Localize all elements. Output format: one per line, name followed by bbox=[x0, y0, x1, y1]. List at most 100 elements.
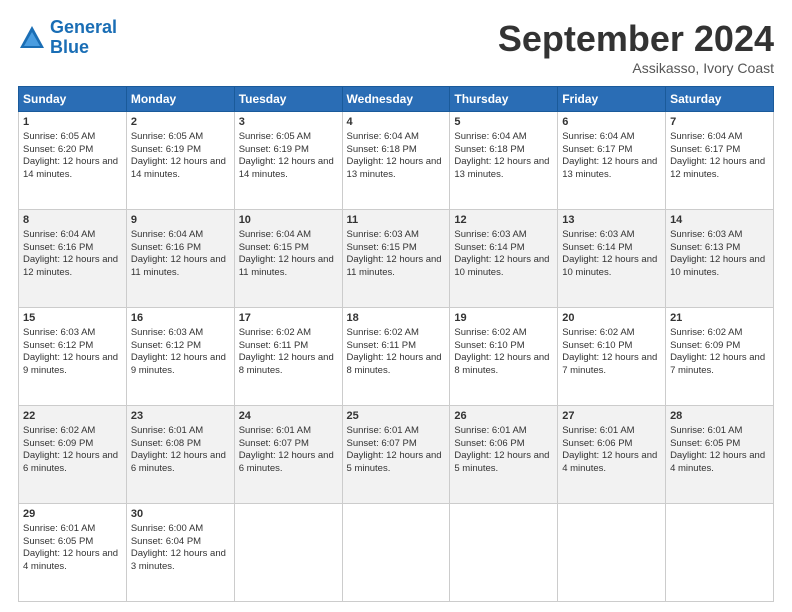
day-info: Sunrise: 6:02 AM bbox=[454, 327, 553, 340]
day-info: Sunrise: 6:02 AM bbox=[239, 327, 338, 340]
page: General Blue September 2024 Assikasso, I… bbox=[0, 0, 792, 612]
calendar-cell: 19Sunrise: 6:02 AMSunset: 6:10 PMDayligh… bbox=[450, 308, 558, 406]
calendar-cell: 20Sunrise: 6:02 AMSunset: 6:10 PMDayligh… bbox=[558, 308, 666, 406]
calendar-cell: 29Sunrise: 6:01 AMSunset: 6:05 PMDayligh… bbox=[19, 504, 127, 602]
month-title: September 2024 bbox=[498, 18, 774, 60]
day-info: Sunrise: 6:05 AM bbox=[131, 131, 230, 144]
logo-line2: Blue bbox=[50, 37, 89, 57]
day-header-friday: Friday bbox=[558, 87, 666, 112]
day-number: 8 bbox=[23, 213, 122, 228]
day-info: Sunrise: 6:03 AM bbox=[670, 229, 769, 242]
day-number: 29 bbox=[23, 507, 122, 522]
day-info: Sunset: 6:05 PM bbox=[670, 438, 769, 451]
day-info: Sunset: 6:15 PM bbox=[239, 242, 338, 255]
day-info: Daylight: 12 hours and 10 minutes. bbox=[454, 254, 553, 280]
calendar-cell: 24Sunrise: 6:01 AMSunset: 6:07 PMDayligh… bbox=[234, 406, 342, 504]
day-info: Sunrise: 6:03 AM bbox=[347, 229, 446, 242]
calendar-cell: 18Sunrise: 6:02 AMSunset: 6:11 PMDayligh… bbox=[342, 308, 450, 406]
day-header-tuesday: Tuesday bbox=[234, 87, 342, 112]
calendar-cell: 11Sunrise: 6:03 AMSunset: 6:15 PMDayligh… bbox=[342, 210, 450, 308]
day-number: 3 bbox=[239, 115, 338, 130]
day-info: Sunset: 6:13 PM bbox=[670, 242, 769, 255]
day-number: 1 bbox=[23, 115, 122, 130]
day-number: 11 bbox=[347, 213, 446, 228]
day-info: Daylight: 12 hours and 13 minutes. bbox=[562, 156, 661, 182]
day-info: Sunset: 6:05 PM bbox=[23, 536, 122, 549]
calendar-cell: 5Sunrise: 6:04 AMSunset: 6:18 PMDaylight… bbox=[450, 112, 558, 210]
day-info: Daylight: 12 hours and 4 minutes. bbox=[562, 450, 661, 476]
calendar-cell: 9Sunrise: 6:04 AMSunset: 6:16 PMDaylight… bbox=[126, 210, 234, 308]
calendar-cell: 6Sunrise: 6:04 AMSunset: 6:17 PMDaylight… bbox=[558, 112, 666, 210]
day-number: 7 bbox=[670, 115, 769, 130]
day-info: Sunrise: 6:01 AM bbox=[23, 523, 122, 536]
day-number: 23 bbox=[131, 409, 230, 424]
day-info: Sunset: 6:11 PM bbox=[347, 340, 446, 353]
day-header-thursday: Thursday bbox=[450, 87, 558, 112]
day-info: Daylight: 12 hours and 13 minutes. bbox=[347, 156, 446, 182]
day-header-sunday: Sunday bbox=[19, 87, 127, 112]
day-number: 25 bbox=[347, 409, 446, 424]
day-info: Daylight: 12 hours and 13 minutes. bbox=[454, 156, 553, 182]
day-info: Sunrise: 6:05 AM bbox=[23, 131, 122, 144]
day-info: Daylight: 12 hours and 11 minutes. bbox=[239, 254, 338, 280]
day-info: Sunrise: 6:03 AM bbox=[131, 327, 230, 340]
calendar-cell: 7Sunrise: 6:04 AMSunset: 6:17 PMDaylight… bbox=[666, 112, 774, 210]
calendar-table: SundayMondayTuesdayWednesdayThursdayFrid… bbox=[18, 86, 774, 602]
calendar-cell: 17Sunrise: 6:02 AMSunset: 6:11 PMDayligh… bbox=[234, 308, 342, 406]
day-info: Sunrise: 6:04 AM bbox=[239, 229, 338, 242]
day-number: 18 bbox=[347, 311, 446, 326]
day-info: Daylight: 12 hours and 6 minutes. bbox=[131, 450, 230, 476]
day-info: Daylight: 12 hours and 12 minutes. bbox=[23, 254, 122, 280]
day-number: 24 bbox=[239, 409, 338, 424]
day-info: Sunrise: 6:02 AM bbox=[670, 327, 769, 340]
calendar-cell: 10Sunrise: 6:04 AMSunset: 6:15 PMDayligh… bbox=[234, 210, 342, 308]
day-number: 15 bbox=[23, 311, 122, 326]
day-info: Sunrise: 6:03 AM bbox=[454, 229, 553, 242]
calendar-cell: 16Sunrise: 6:03 AMSunset: 6:12 PMDayligh… bbox=[126, 308, 234, 406]
day-info: Daylight: 12 hours and 8 minutes. bbox=[454, 352, 553, 378]
day-number: 30 bbox=[131, 507, 230, 522]
day-info: Daylight: 12 hours and 7 minutes. bbox=[670, 352, 769, 378]
location-subtitle: Assikasso, Ivory Coast bbox=[498, 60, 774, 76]
day-info: Sunrise: 6:01 AM bbox=[562, 425, 661, 438]
day-number: 10 bbox=[239, 213, 338, 228]
calendar-header-row: SundayMondayTuesdayWednesdayThursdayFrid… bbox=[19, 87, 774, 112]
day-info: Daylight: 12 hours and 5 minutes. bbox=[347, 450, 446, 476]
day-info: Sunset: 6:14 PM bbox=[562, 242, 661, 255]
logo-text: General Blue bbox=[50, 18, 117, 58]
day-info: Daylight: 12 hours and 7 minutes. bbox=[562, 352, 661, 378]
day-info: Sunset: 6:04 PM bbox=[131, 536, 230, 549]
calendar-week-5: 29Sunrise: 6:01 AMSunset: 6:05 PM Dayligh… bbox=[19, 504, 774, 602]
day-info: Sunset: 6:07 PM bbox=[239, 438, 338, 451]
day-number: 4 bbox=[347, 115, 446, 130]
day-info: Daylight: 12 hours and 14 minutes. bbox=[239, 156, 338, 182]
day-info: Sunset: 6:09 PM bbox=[670, 340, 769, 353]
day-info: Daylight: 12 hours and 10 minutes. bbox=[670, 254, 769, 280]
day-header-saturday: Saturday bbox=[666, 87, 774, 112]
day-number: 26 bbox=[454, 409, 553, 424]
calendar-cell: 13Sunrise: 6:03 AMSunset: 6:14 PMDayligh… bbox=[558, 210, 666, 308]
logo: General Blue bbox=[18, 18, 117, 58]
calendar-cell: 21Sunrise: 6:02 AMSunset: 6:09 PMDayligh… bbox=[666, 308, 774, 406]
day-number: 14 bbox=[670, 213, 769, 228]
calendar-cell: 26Sunrise: 6:01 AMSunset: 6:06 PMDayligh… bbox=[450, 406, 558, 504]
day-number: 19 bbox=[454, 311, 553, 326]
day-info: Sunset: 6:14 PM bbox=[454, 242, 553, 255]
calendar-cell: 27Sunrise: 6:01 AMSunset: 6:06 PMDayligh… bbox=[558, 406, 666, 504]
day-number: 13 bbox=[562, 213, 661, 228]
day-info: Sunset: 6:18 PM bbox=[347, 144, 446, 157]
day-info: Sunset: 6:12 PM bbox=[131, 340, 230, 353]
day-info: Daylight: 12 hours and 4 minutes. bbox=[670, 450, 769, 476]
logo-icon bbox=[18, 24, 46, 52]
calendar-cell bbox=[342, 504, 450, 602]
day-info: Daylight: 12 hours and 5 minutes. bbox=[454, 450, 553, 476]
day-info: Sunset: 6:12 PM bbox=[23, 340, 122, 353]
calendar-cell: 28Sunrise: 6:01 AMSunset: 6:05 PMDayligh… bbox=[666, 406, 774, 504]
day-info: Sunrise: 6:02 AM bbox=[562, 327, 661, 340]
day-info: Sunrise: 6:02 AM bbox=[23, 425, 122, 438]
day-info: Daylight: 12 hours and 3 minutes. bbox=[131, 548, 230, 574]
day-number: 9 bbox=[131, 213, 230, 228]
calendar-cell: 15Sunrise: 6:03 AMSunset: 6:12 PMDayligh… bbox=[19, 308, 127, 406]
logo-line1: General bbox=[50, 17, 117, 37]
day-number: 22 bbox=[23, 409, 122, 424]
